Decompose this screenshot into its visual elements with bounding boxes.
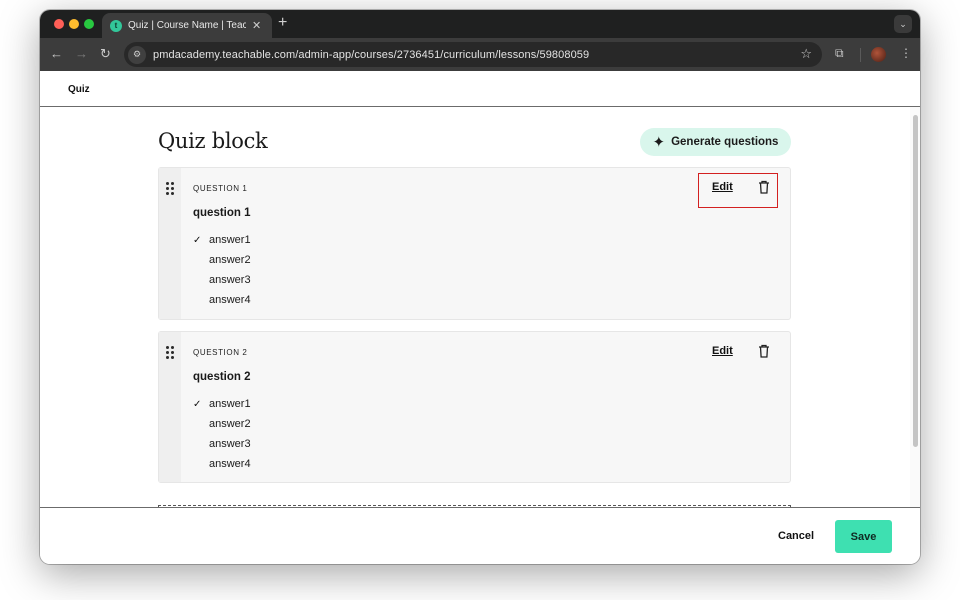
page-title: Quiz [68,84,90,95]
generate-questions-button[interactable]: ✦ Generate questions [640,128,791,156]
browser-window: t Quiz | Course Name | Teachab ✕ + ⌄ ← →… [40,10,920,564]
app-header: Quiz [40,71,920,107]
tab-search-icon[interactable]: ⌄ [894,15,912,33]
site-settings-icon[interactable]: ⚙ [128,45,146,64]
check-icon: ✓ [193,398,202,410]
main-content: Quiz block ✦ Generate questions QUESTION… [40,107,920,507]
answer-item: ✓ answer1 [193,394,251,414]
answer-item: answer4 [193,454,251,474]
answer-item: answer3 [193,270,251,290]
edit-question-button[interactable]: Edit [712,345,733,357]
answer-text: answer4 [209,458,251,470]
answer-list: ✓ answer1 answer2 answer3 answer4 [193,230,251,310]
reload-icon[interactable]: ↻ [100,46,111,62]
save-button[interactable]: Save [835,520,892,553]
drag-handle-icon[interactable] [166,182,174,195]
question-card: QUESTION 1 Edit question 1 ✓ answer1 ans… [158,167,791,320]
browser-toolbar: ← → ↻ ⚙ pmdacademy.teachable.com/admin-a… [40,38,920,71]
edit-question-button[interactable]: Edit [712,181,733,193]
url-text: pmdacademy.teachable.com/admin-app/cours… [153,48,590,61]
extensions-icon[interactable]: ⧉ [835,46,844,61]
trash-icon[interactable] [758,344,770,358]
answer-item: ✓ answer1 [193,230,251,250]
scrollbar-thumb[interactable] [913,115,918,447]
quiz-heading: Quiz block [158,129,268,153]
generate-questions-label: Generate questions [671,136,779,148]
drag-handle-icon[interactable] [166,346,174,359]
sparkle-icon: ✦ [652,134,666,151]
tab-title: Quiz | Course Name | Teachab [128,20,246,31]
question-number-label: QUESTION 2 [193,348,248,357]
check-icon: ✓ [193,234,202,246]
address-bar[interactable]: ⚙ pmdacademy.teachable.com/admin-app/cou… [124,42,822,67]
tab-close-icon[interactable]: ✕ [252,19,261,32]
answer-item: answer2 [193,250,251,270]
question-text: question 1 [193,207,251,219]
question-number-label: QUESTION 1 [193,184,248,193]
minimize-window-button[interactable] [69,19,79,29]
answer-text: answer1 [209,234,251,246]
back-arrow-icon[interactable]: ← [50,46,63,62]
answer-list: ✓ answer1 answer2 answer3 answer4 [193,394,251,474]
browser-tab[interactable]: t Quiz | Course Name | Teachab ✕ [102,13,272,38]
question-card: QUESTION 2 Edit question 2 ✓ answer1 ans… [158,331,791,483]
teachable-favicon-icon: t [110,19,122,32]
profile-avatar[interactable] [871,47,886,62]
answer-item: answer3 [193,434,251,454]
toolbar-divider [860,48,861,62]
answer-text: answer4 [209,294,251,306]
cancel-button[interactable]: Cancel [778,530,814,542]
star-icon[interactable]: ☆ [800,46,812,62]
question-text: question 2 [193,371,251,383]
scrollbar[interactable] [910,107,920,507]
close-window-button[interactable] [54,19,64,29]
answer-text: answer3 [209,438,251,450]
more-menu-icon[interactable]: ⋮ [900,46,912,60]
answer-text: answer2 [209,418,251,430]
answer-item: answer2 [193,414,251,434]
footer-bar: Cancel Save [40,507,920,564]
maximize-window-button[interactable] [84,19,94,29]
answer-text: answer2 [209,254,251,266]
tab-strip: t Quiz | Course Name | Teachab ✕ + ⌄ [40,10,920,38]
new-tab-icon[interactable]: + [278,15,287,31]
forward-arrow-icon[interactable]: → [75,46,88,62]
answer-text: answer3 [209,274,251,286]
trash-icon[interactable] [758,180,770,194]
answer-text: answer1 [209,398,251,410]
answer-item: answer4 [193,290,251,310]
